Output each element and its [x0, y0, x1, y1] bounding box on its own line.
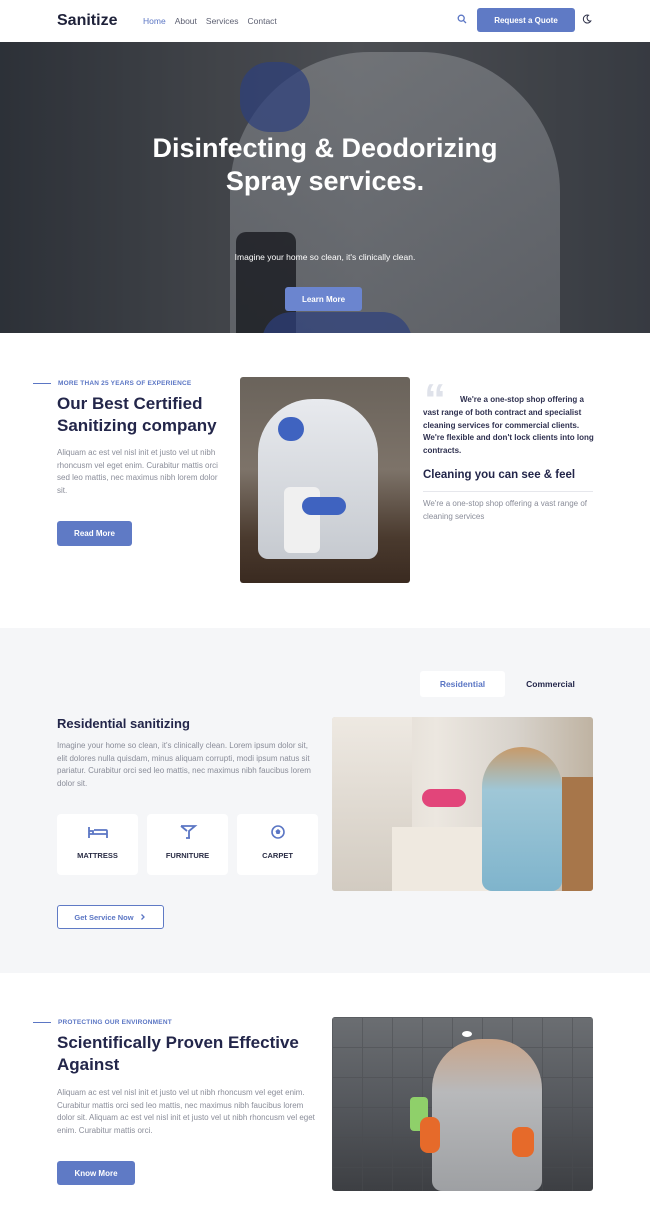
- about-subheading: Cleaning you can see & feel: [423, 469, 576, 481]
- moon-icon[interactable]: [582, 14, 592, 24]
- about-subtext: We're a one-stop shop offering a vast ra…: [423, 499, 587, 521]
- about-title: Our Best Certified Sanitizing company: [57, 394, 217, 435]
- mirror-cleaning-image: [332, 1017, 593, 1191]
- card-label: FURNITURE: [165, 851, 210, 860]
- residential-title: Residential sanitizing: [57, 716, 190, 731]
- eyebrow-line: [33, 383, 51, 384]
- get-service-button[interactable]: Get Service Now: [57, 905, 164, 929]
- search-icon[interactable]: [457, 14, 467, 24]
- learn-more-button[interactable]: Learn More: [285, 287, 362, 311]
- sanitizing-worker-image: [240, 377, 410, 583]
- tab-residential[interactable]: Residential: [420, 671, 505, 697]
- chevron-right-icon: [140, 914, 145, 920]
- nav-contact[interactable]: Contact: [248, 16, 277, 26]
- request-quote-button[interactable]: Request a Quote: [477, 8, 575, 32]
- protecting-eyebrow: PROTECTING OUR ENVIRONMENT: [58, 1019, 172, 1026]
- card-label: CARPET: [262, 851, 293, 860]
- read-more-button[interactable]: Read More: [57, 521, 132, 546]
- about-text: Aliquam ac est vel nisl init et justo ve…: [57, 448, 218, 496]
- nav-services[interactable]: Services: [206, 16, 239, 26]
- protecting-text: Aliquam ac est vel nisl init et justo ve…: [57, 1088, 315, 1136]
- protecting-title: Scientifically Proven Effective Against: [57, 1033, 299, 1074]
- hero-title: Disinfecting & Deodorizing Spray service…: [152, 133, 498, 196]
- service-card-mattress[interactable]: MATTRESS: [57, 814, 138, 875]
- about-quote: We're a one-stop shop offering a vast ra…: [423, 395, 594, 456]
- card-label: MATTRESS: [77, 851, 118, 860]
- residential-cleaning-image: [332, 717, 593, 891]
- eyebrow-line: [33, 1022, 51, 1023]
- service-card-furniture[interactable]: FURNITURE: [147, 814, 228, 875]
- hero-subtitle: Imagine your home so clean, it's clinica…: [234, 252, 416, 262]
- ball-icon: [270, 825, 285, 839]
- logo[interactable]: Sanitize: [57, 12, 143, 30]
- residential-text: Imagine your home so clean, it's clinica…: [57, 741, 311, 789]
- know-more-button[interactable]: Know More: [57, 1161, 135, 1185]
- about-eyebrow: MORE THAN 25 YEARS OF EXPERIENCE: [58, 380, 192, 387]
- nav-home[interactable]: Home: [143, 16, 166, 26]
- main-nav: Home About Services Contact: [143, 16, 277, 26]
- tab-commercial[interactable]: Commercial: [508, 671, 593, 697]
- table-icon: [179, 825, 197, 839]
- service-card-carpet[interactable]: CARPET: [237, 814, 318, 875]
- nav-about[interactable]: About: [175, 16, 197, 26]
- hero-slider: Disinfecting & Deodorizing Spray service…: [0, 42, 650, 333]
- bed-icon: [87, 827, 108, 838]
- site-header: Sanitize Home About Services Contact Req…: [0, 0, 650, 42]
- get-service-label: Get Service Now: [74, 912, 134, 922]
- divider: [423, 491, 593, 492]
